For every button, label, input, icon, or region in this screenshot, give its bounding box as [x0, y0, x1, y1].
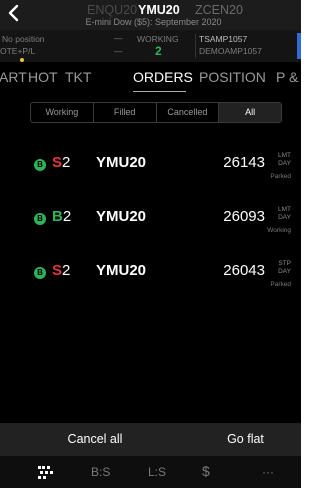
- order-type: LMT: [278, 206, 291, 213]
- order-row[interactable]: B B2 YMU20 26093 LMT DAY Working: [0, 202, 301, 252]
- bracket-badge-icon: B: [34, 213, 46, 225]
- order-duration: DAY: [278, 214, 291, 221]
- working-count[interactable]: 2: [155, 44, 162, 58]
- order-row[interactable]: B S2 YMU20 26143 LMT DAY Parked: [0, 148, 301, 198]
- order-actions-bar: Cancel all Go flat: [0, 423, 301, 456]
- order-status: Parked: [270, 173, 291, 180]
- nav-dollar-icon[interactable]: $: [202, 463, 210, 479]
- ote-label: OTE+P/L: [0, 46, 36, 56]
- tab-orders[interactable]: ORDERS: [133, 69, 193, 85]
- active-tab-indicator: [133, 91, 186, 92]
- order-type: LMT: [278, 152, 291, 159]
- order-status: Parked: [270, 281, 291, 288]
- tab-hot[interactable]: HOT: [28, 69, 58, 85]
- order-contract: YMU20: [96, 208, 147, 225]
- order-type-duration: STP DAY: [278, 260, 291, 276]
- order-qty: 2: [62, 208, 72, 225]
- position-label: No position: [2, 34, 45, 44]
- nav-buy-sell[interactable]: B:S: [91, 465, 110, 479]
- contract-description: E-mini Dow ($5): September 2020: [85, 17, 222, 27]
- tab-pl[interactable]: P &: [276, 69, 298, 85]
- instrument-header: ENQU20 YMU20 ZCEN20 E-mini Dow ($5): Sep…: [0, 0, 301, 30]
- order-contract: YMU20: [96, 154, 147, 171]
- nav-more-icon[interactable]: ···: [262, 465, 274, 479]
- tab-ticket[interactable]: TKT: [65, 69, 91, 85]
- dom-ladder-icon[interactable]: [38, 466, 54, 479]
- bracket-badge-icon: B: [34, 267, 46, 279]
- order-qty: 2: [62, 262, 71, 279]
- order-price: 26043: [223, 262, 265, 279]
- ote-value: —: [114, 46, 123, 56]
- account-name[interactable]: DEMOAMP1057: [199, 46, 262, 56]
- status-divider: [195, 34, 196, 58]
- order-qty: 2: [62, 154, 71, 171]
- symbol-current[interactable]: YMU20: [138, 3, 180, 17]
- go-flat-button[interactable]: Go flat: [190, 423, 301, 456]
- order-filter-segmented: Working Filled Cancelled All: [30, 102, 282, 123]
- symbol-switcher: ENQU20 YMU20 ZCEN20: [0, 3, 301, 17]
- tab-chart[interactable]: ART: [0, 69, 27, 85]
- tab-position[interactable]: POSITION: [199, 69, 266, 85]
- position-value: —: [114, 33, 123, 43]
- filter-filled[interactable]: Filled: [94, 103, 157, 122]
- order-side-qty: S2: [52, 154, 70, 171]
- app-root: ENQU20 YMU20 ZCEN20 E-mini Dow ($5): Sep…: [0, 0, 301, 488]
- bottom-nav: B:S L:S $ ···: [0, 456, 301, 488]
- filter-cancelled[interactable]: Cancelled: [157, 103, 220, 122]
- order-price: 26093: [223, 208, 265, 225]
- order-price: 26143: [223, 154, 265, 171]
- account-accent-bar: [297, 33, 301, 59]
- order-status: Working: [267, 227, 291, 234]
- order-side: S: [52, 154, 63, 171]
- order-type-duration: LMT DAY: [278, 206, 291, 222]
- account-id[interactable]: TSAMP1057: [199, 34, 247, 44]
- order-side: S: [52, 262, 63, 279]
- cancel-all-button[interactable]: Cancel all: [0, 423, 190, 456]
- account-status-bar: No position OTE+P/L — — WORKING 2 TSAMP1…: [0, 30, 301, 62]
- order-type-duration: LMT DAY: [278, 152, 291, 168]
- order-contract: YMU20: [96, 262, 147, 279]
- order-side-qty: S2: [52, 262, 70, 279]
- order-duration: DAY: [278, 160, 291, 167]
- working-label: WORKING: [137, 34, 179, 44]
- order-side-qty: B2: [52, 208, 71, 225]
- filter-all[interactable]: All: [219, 103, 281, 122]
- order-side: B: [52, 208, 63, 225]
- order-type: STP: [278, 260, 291, 267]
- symbol-prev[interactable]: ENQU20: [87, 3, 137, 17]
- order-row[interactable]: B S2 YMU20 26043 STP DAY Parked: [0, 256, 301, 306]
- nav-long-short[interactable]: L:S: [148, 465, 166, 479]
- filter-working[interactable]: Working: [31, 103, 94, 122]
- main-tabs: ART HOT TKT ORDERS POSITION P &: [0, 62, 301, 92]
- symbol-next[interactable]: ZCEN20: [195, 3, 243, 17]
- bracket-badge-icon: B: [34, 159, 46, 171]
- order-duration: DAY: [278, 268, 291, 275]
